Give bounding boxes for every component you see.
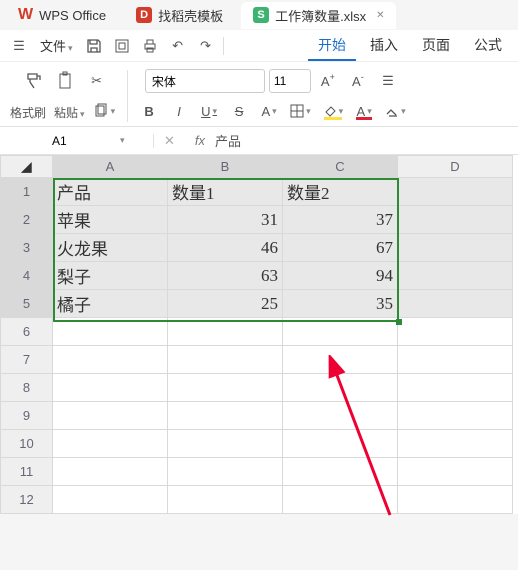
wps-logo-icon: W bbox=[18, 6, 33, 24]
save-icon[interactable] bbox=[81, 33, 107, 59]
clear-format-button[interactable]: ▾ bbox=[381, 98, 410, 124]
format-painter-icon[interactable] bbox=[20, 68, 48, 94]
cell-c4[interactable]: 94 bbox=[283, 262, 398, 290]
cell-b5[interactable]: 25 bbox=[168, 290, 283, 318]
print-icon[interactable] bbox=[137, 33, 163, 59]
cell-d1[interactable] bbox=[398, 178, 513, 206]
undo-icon[interactable]: ↶ bbox=[165, 33, 191, 59]
borders-button[interactable]: ▾ bbox=[286, 98, 315, 124]
row-head-10[interactable]: 10 bbox=[1, 430, 53, 458]
fill-color-button[interactable]: ▾ bbox=[319, 98, 348, 124]
cell-b2[interactable]: 31 bbox=[168, 206, 283, 234]
row-head-12[interactable]: 12 bbox=[1, 486, 53, 514]
tab-app-home[interactable]: W WPS Office bbox=[6, 2, 118, 28]
row-head-3[interactable]: 3 bbox=[1, 234, 53, 262]
tab-current-workbook-label: 工作簿数量.xlsx bbox=[275, 6, 366, 25]
formula-bar-value[interactable]: 产品 bbox=[215, 131, 241, 150]
hamburger-menu-icon[interactable]: ☰ bbox=[6, 33, 32, 59]
cell-b3[interactable]: 46 bbox=[168, 234, 283, 262]
cell-d2[interactable] bbox=[398, 206, 513, 234]
format-painter-label: 格式刷 bbox=[10, 104, 46, 121]
cell-a5[interactable]: 橘子 bbox=[53, 290, 168, 318]
col-head-c[interactable]: C bbox=[283, 156, 398, 178]
print-preview-icon[interactable] bbox=[109, 33, 135, 59]
spreadsheet-grid: ◢ A B C D 1 产品 数量1 数量2 2 苹果 31 37 3 火龙果 … bbox=[0, 155, 518, 514]
paste-label: 粘贴▾ bbox=[54, 104, 85, 121]
row-head-4[interactable]: 4 bbox=[1, 262, 53, 290]
decrease-font-icon[interactable]: A- bbox=[345, 68, 371, 94]
group-font: A+ A- ☰ B I U▾ S A▾ ▾ ▾ A▾ ▾ bbox=[130, 66, 416, 126]
file-menu-label: 文件 bbox=[40, 39, 66, 54]
bold-button[interactable]: B bbox=[136, 98, 162, 124]
col-head-b[interactable]: B bbox=[168, 156, 283, 178]
cell-a4[interactable]: 梨子 bbox=[53, 262, 168, 290]
ribbon-tab-start[interactable]: 开始 bbox=[308, 31, 356, 61]
paste-icon[interactable] bbox=[52, 68, 80, 94]
formula-bar-row: ▾ ✕ fx 产品 bbox=[0, 127, 518, 155]
close-tab-icon[interactable]: ✕ bbox=[376, 10, 384, 21]
cell-b4[interactable]: 63 bbox=[168, 262, 283, 290]
ribbon-tab-page[interactable]: 页面 bbox=[412, 31, 460, 61]
font-size-select[interactable] bbox=[269, 69, 311, 93]
cell-c5[interactable]: 35 bbox=[283, 290, 398, 318]
ribbon-tab-insert-label: 插入 bbox=[370, 37, 398, 53]
ribbon-tabs: 开始 插入 页面 公式 bbox=[308, 31, 512, 61]
font-name-select[interactable] bbox=[145, 69, 265, 93]
row-head-9[interactable]: 9 bbox=[1, 402, 53, 430]
increase-font-icon[interactable]: A+ bbox=[315, 68, 341, 94]
fx-icon[interactable]: fx bbox=[185, 133, 215, 148]
font-color-button[interactable]: A▾ bbox=[351, 98, 377, 124]
strikethrough-button[interactable]: S bbox=[226, 98, 252, 124]
row-head-2[interactable]: 2 bbox=[1, 206, 53, 234]
tab-current-workbook[interactable]: S 工作簿数量.xlsx ✕ bbox=[241, 2, 396, 29]
cell-c3[interactable]: 67 bbox=[283, 234, 398, 262]
chevron-down-icon: ▾ bbox=[120, 135, 125, 146]
cell-b1[interactable]: 数量1 bbox=[168, 178, 283, 206]
row-head-1[interactable]: 1 bbox=[1, 178, 53, 206]
redo-icon[interactable]: ↷ bbox=[193, 33, 219, 59]
cell-c1[interactable]: 数量2 bbox=[283, 178, 398, 206]
text-format-button[interactable]: A▾ bbox=[256, 98, 282, 124]
cell-d4[interactable] bbox=[398, 262, 513, 290]
more-font-icon[interactable]: ☰ bbox=[375, 68, 401, 94]
window-tab-bar: W WPS Office D 找稻壳模板 S 工作簿数量.xlsx ✕ bbox=[0, 0, 518, 30]
tab-template-store[interactable]: D 找稻壳模板 bbox=[124, 2, 235, 29]
cell-d5[interactable] bbox=[398, 290, 513, 318]
row-head-5[interactable]: 5 bbox=[1, 290, 53, 318]
cut-icon[interactable]: ✂ bbox=[84, 68, 110, 94]
cell-c2[interactable]: 37 bbox=[283, 206, 398, 234]
ribbon-toolbar: ✂ 格式刷 粘贴▾ ▾ A+ A- ☰ B I U▾ S A▾ ▾ bbox=[0, 62, 518, 127]
cancel-icon[interactable]: ✕ bbox=[154, 133, 185, 149]
name-box[interactable]: ▾ bbox=[44, 134, 154, 148]
ribbon-tab-formula-label: 公式 bbox=[474, 37, 502, 53]
ribbon-tab-page-label: 页面 bbox=[422, 37, 450, 53]
col-head-a[interactable]: A bbox=[53, 156, 168, 178]
row-head-6[interactable]: 6 bbox=[1, 318, 53, 346]
row-head-7[interactable]: 7 bbox=[1, 346, 53, 374]
row-head-8[interactable]: 8 bbox=[1, 374, 53, 402]
cell-a3[interactable]: 火龙果 bbox=[53, 234, 168, 262]
grid-table[interactable]: ◢ A B C D 1 产品 数量1 数量2 2 苹果 31 37 3 火龙果 … bbox=[0, 155, 513, 514]
cell-d3[interactable] bbox=[398, 234, 513, 262]
tab-app-home-label: WPS Office bbox=[39, 8, 106, 23]
cell-a2[interactable]: 苹果 bbox=[53, 206, 168, 234]
tab-template-store-label: 找稻壳模板 bbox=[158, 6, 223, 25]
quick-access-and-menus: ☰ 文件▾ ↶ ↷ 开始 插入 页面 公式 bbox=[0, 30, 518, 62]
chevron-down-icon: ▾ bbox=[68, 43, 73, 53]
select-all-corner[interactable]: ◢ bbox=[1, 156, 53, 178]
name-box-input[interactable] bbox=[52, 134, 112, 148]
cell-a1[interactable]: 产品 bbox=[53, 178, 168, 206]
underline-button[interactable]: U▾ bbox=[196, 98, 222, 124]
italic-button[interactable]: I bbox=[166, 98, 192, 124]
ribbon-tab-insert[interactable]: 插入 bbox=[360, 31, 408, 61]
docer-logo-icon: D bbox=[136, 7, 152, 23]
row-head-11[interactable]: 11 bbox=[1, 458, 53, 486]
group-clipboard: ✂ 格式刷 粘贴▾ ▾ bbox=[4, 66, 125, 126]
ribbon-tab-formula[interactable]: 公式 bbox=[464, 31, 512, 61]
file-menu[interactable]: 文件▾ bbox=[34, 36, 79, 55]
ribbon-tab-start-label: 开始 bbox=[318, 37, 346, 53]
spreadsheet-file-icon: S bbox=[253, 7, 269, 23]
copy-icon[interactable]: ▾ bbox=[89, 101, 120, 121]
col-head-d[interactable]: D bbox=[398, 156, 513, 178]
